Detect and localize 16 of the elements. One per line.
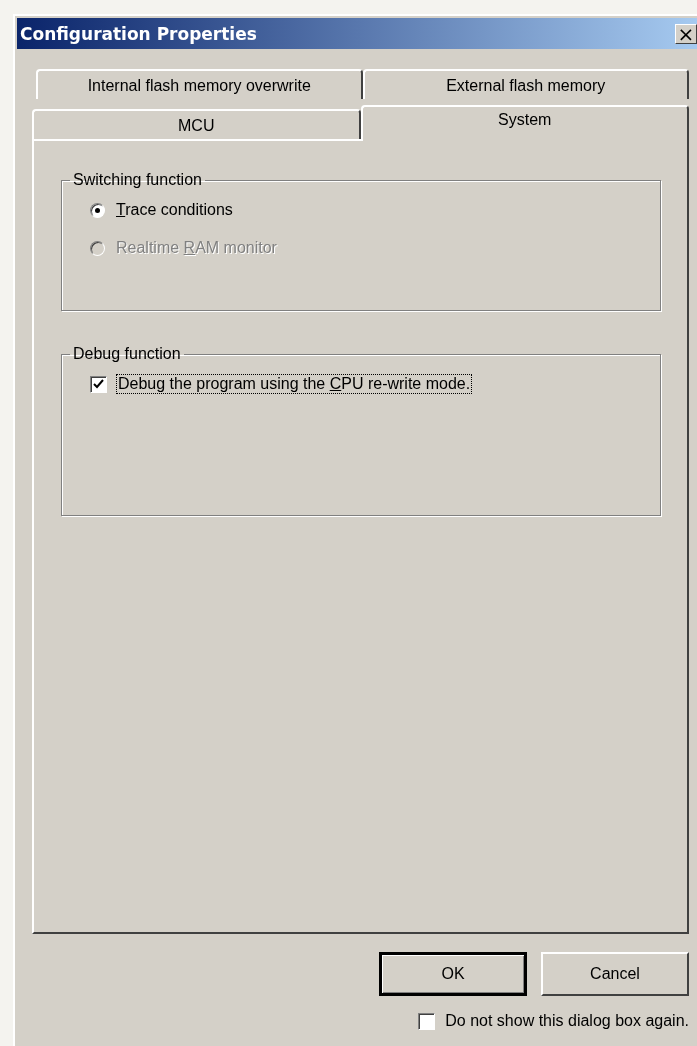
radio-option[interactable]: Trace conditions: [90, 201, 632, 219]
checkmark-icon: [93, 379, 104, 389]
group-title: Debug function: [72, 345, 182, 363]
tab[interactable]: MCU: [32, 109, 361, 139]
checkbox[interactable]: [90, 375, 107, 393]
checkbox[interactable]: [418, 1012, 436, 1030]
window-title: Configuration Properties: [20, 23, 257, 44]
tab[interactable]: System: [360, 105, 689, 141]
close-button[interactable]: ×: [675, 23, 697, 44]
tab[interactable]: External flash memory: [362, 69, 689, 99]
tab[interactable]: Internal flash memory overwrite: [36, 69, 363, 99]
dialog-button[interactable]: OK: [379, 952, 527, 996]
checkbox-option[interactable]: Debug the program using the CPU re-write mode.: [90, 375, 632, 393]
dialog-button[interactable]: Cancel: [541, 952, 689, 996]
group-title: Switching function: [72, 171, 203, 189]
checkbox-option[interactable]: Do not show this dialog box again.: [418, 1012, 689, 1030]
